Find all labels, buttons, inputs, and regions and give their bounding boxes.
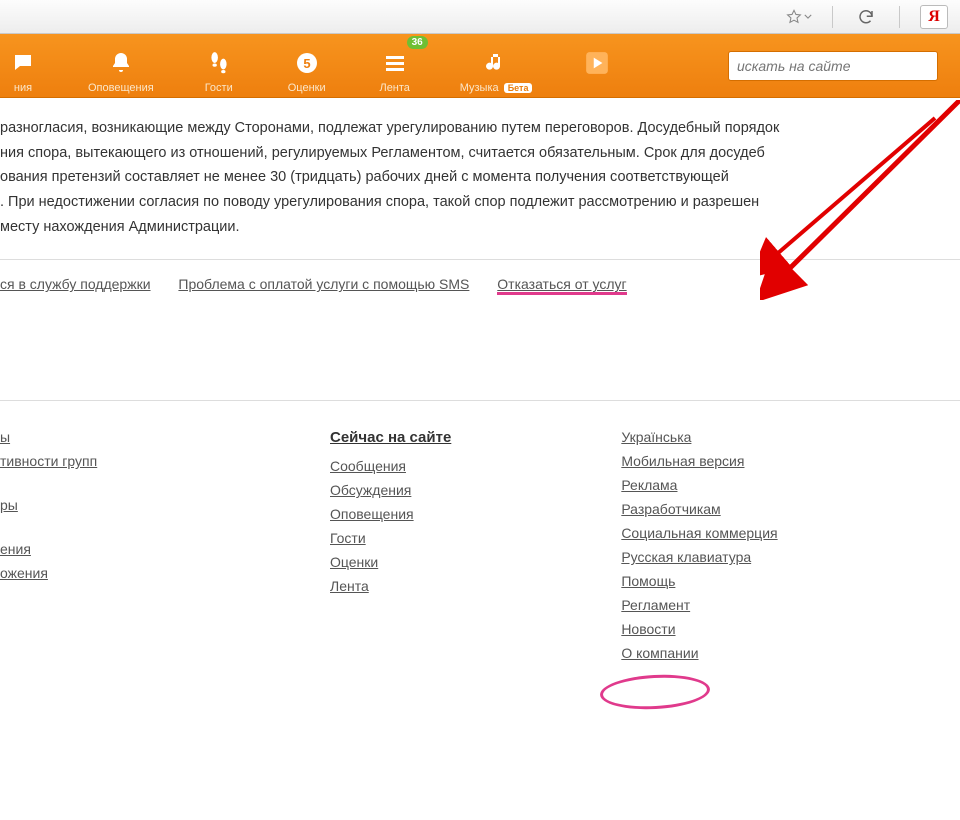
nav-items: ния Оповещения Гости 5 Оценки 36 Ле xyxy=(0,38,620,94)
footer-heading: Сейчас на сайте xyxy=(330,429,451,446)
footer-link-social-commerce[interactable]: Социальная коммерция xyxy=(621,525,777,541)
refuse-services-link[interactable]: Отказаться от услуг xyxy=(497,276,626,295)
yandex-search-button[interactable]: Я xyxy=(920,5,948,29)
svg-text:5: 5 xyxy=(303,56,310,71)
footer-link[interactable]: Гости xyxy=(330,530,366,546)
nav-label: Лента xyxy=(379,82,409,94)
list-icon xyxy=(383,48,407,78)
annotation-circle xyxy=(599,672,711,712)
footer-link[interactable]: Лента xyxy=(330,578,369,594)
play-icon xyxy=(584,48,610,78)
yandex-icon: Я xyxy=(928,8,940,26)
rating-icon: 5 xyxy=(295,48,319,78)
divider xyxy=(832,6,833,28)
nav-label xyxy=(596,82,599,94)
nav-item-ratings[interactable]: 5 Оценки xyxy=(284,38,330,94)
payment-problem-link[interactable]: Проблема с оплатой услуги с помощью SMS xyxy=(178,276,469,292)
nav-label: Музыка Бета xyxy=(460,82,533,94)
footer-link[interactable]: ы xyxy=(0,429,10,445)
nav-label: Гости xyxy=(205,82,233,94)
footer: ы тивности групп ры ения ожения Сейчас н… xyxy=(0,401,960,669)
footer-link-keyboard[interactable]: Русская клавиатура xyxy=(621,549,751,565)
footer-link[interactable]: Сообщения xyxy=(330,458,406,474)
support-links-row: ся в службу поддержки Проблема с оплатой… xyxy=(0,260,960,310)
footer-link[interactable]: Оповещения xyxy=(330,506,414,522)
top-navigation: ния Оповещения Гости 5 Оценки 36 Ле xyxy=(0,34,960,98)
nav-label: ния xyxy=(14,82,32,94)
footer-link-about[interactable]: О компании xyxy=(621,645,698,661)
beta-badge: Бета xyxy=(504,83,533,93)
divider xyxy=(899,6,900,28)
footer-link-ukrainian[interactable]: Українська xyxy=(621,429,691,445)
nav-item-feed[interactable]: 36 Лента xyxy=(372,38,418,94)
footsteps-icon xyxy=(206,48,232,78)
footer-link-developers[interactable]: Разработчикам xyxy=(621,501,720,517)
nav-item-guests[interactable]: Гости xyxy=(196,38,242,94)
footer-link-regulations[interactable]: Регламент xyxy=(621,597,690,613)
footer-middle-column: Сейчас на сайте Сообщения Обсуждения Опо… xyxy=(330,429,451,669)
browser-toolbar: Я xyxy=(0,0,960,34)
footer-link-help[interactable]: Помощь xyxy=(621,573,675,589)
bookmark-star-button[interactable] xyxy=(786,5,812,29)
regulation-text: разногласия, возникающие между Сторонами… xyxy=(0,98,960,259)
nav-item-notifications[interactable]: Оповещения xyxy=(88,38,154,94)
nav-label: Оценки xyxy=(288,82,326,94)
footer-link[interactable]: Оценки xyxy=(330,554,378,570)
footer-link[interactable]: ения xyxy=(0,541,31,557)
footer-left-column: ы тивности групп ры ения ожения xyxy=(0,429,160,669)
footer-link-mobile[interactable]: Мобильная версия xyxy=(621,453,744,469)
nav-item-play[interactable] xyxy=(574,38,620,94)
footer-link[interactable]: Обсуждения xyxy=(330,482,411,498)
badge: 36 xyxy=(407,36,428,49)
nav-item-messages[interactable]: ния xyxy=(0,38,46,94)
search-input[interactable] xyxy=(728,51,938,81)
nav-label: Оповещения xyxy=(88,82,154,94)
footer-link[interactable]: ожения xyxy=(0,565,48,581)
footer-right-column: Українська Мобильная версия Реклама Разр… xyxy=(621,429,777,669)
music-icon xyxy=(484,48,508,78)
footer-link-news[interactable]: Новости xyxy=(621,621,675,637)
footer-link[interactable]: ры xyxy=(0,497,18,513)
chat-icon xyxy=(11,48,35,78)
reload-button[interactable] xyxy=(853,5,879,29)
nav-item-music[interactable]: Музыка Бета xyxy=(460,38,533,94)
footer-link[interactable]: тивности групп xyxy=(0,453,97,469)
footer-link-ads[interactable]: Реклама xyxy=(621,477,677,493)
support-link[interactable]: ся в службу поддержки xyxy=(0,276,151,292)
bell-icon xyxy=(109,48,133,78)
